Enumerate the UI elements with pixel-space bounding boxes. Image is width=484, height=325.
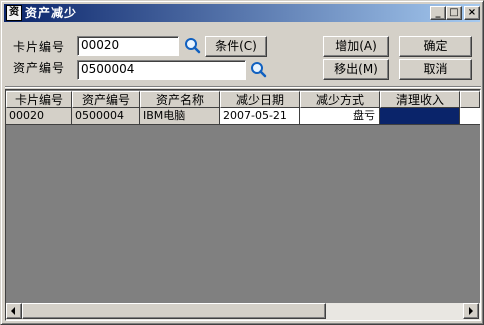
scroll-left-button[interactable] <box>6 303 22 319</box>
asset-grid[interactable]: 卡片编号 资产编号 资产名称 减少日期 减少方式 清理收入 00020 0500… <box>5 89 481 321</box>
table-cell-clearance-income[interactable] <box>380 108 460 125</box>
table-cell-reduce-method[interactable]: 盘亏 <box>300 108 380 125</box>
magnifier-icon <box>185 38 201 54</box>
card-no-label: 卡片编号 <box>13 40 66 54</box>
right-arrow-icon <box>469 307 473 315</box>
column-header-filler <box>460 91 480 108</box>
asset-no-input[interactable]: 0500004 <box>77 60 246 80</box>
scroll-right-button[interactable] <box>463 303 479 319</box>
separator <box>5 86 481 88</box>
minimize-button[interactable]: _ <box>430 6 446 20</box>
remove-button[interactable]: 移出(M) <box>323 59 389 80</box>
column-header-reduce-method[interactable]: 减少方式 <box>300 91 380 108</box>
column-header-asset-no[interactable]: 资产编号 <box>72 91 140 108</box>
condition-button[interactable]: 条件(C) <box>205 36 267 57</box>
close-button[interactable]: × <box>464 6 480 20</box>
scrollbar-thumb[interactable] <box>22 303 326 319</box>
add-button[interactable]: 增加(A) <box>323 36 389 57</box>
column-header-clearance-income[interactable]: 清理收入 <box>380 91 460 108</box>
column-header-card-no[interactable]: 卡片编号 <box>6 91 72 108</box>
column-header-asset-name[interactable]: 资产名称 <box>140 91 220 108</box>
horizontal-scrollbar[interactable] <box>6 303 480 320</box>
left-arrow-icon <box>11 307 15 315</box>
card-no-input[interactable]: 00020 <box>77 36 179 56</box>
card-search-button[interactable] <box>183 36 202 55</box>
asset-no-label: 资产编号 <box>13 61 66 75</box>
window-title: 资产减少 <box>25 6 78 20</box>
table-cell-asset-name[interactable]: IBM电脑 <box>140 108 220 125</box>
cancel-button[interactable]: 取消 <box>399 59 472 80</box>
table-cell-reduce-date[interactable]: 2007-05-21 <box>220 108 300 125</box>
column-header-reduce-date[interactable]: 减少日期 <box>220 91 300 108</box>
title-bar[interactable]: 资 资产减少 _ □ × <box>4 4 480 22</box>
maximize-button[interactable]: □ <box>446 6 462 20</box>
confirm-button[interactable]: 确定 <box>399 36 472 57</box>
asset-search-button[interactable] <box>249 60 268 79</box>
magnifier-icon <box>251 62 267 78</box>
app-icon: 资 <box>6 5 22 21</box>
table-cell-filler <box>460 108 480 125</box>
table-cell-asset-no[interactable]: 0500004 <box>72 108 140 125</box>
asset-reduction-window: 资 资产减少 _ □ × 卡片编号 00020 条件(C) 增加(A) 确定 资… <box>0 0 484 325</box>
table-cell-card-no[interactable]: 00020 <box>6 108 72 125</box>
